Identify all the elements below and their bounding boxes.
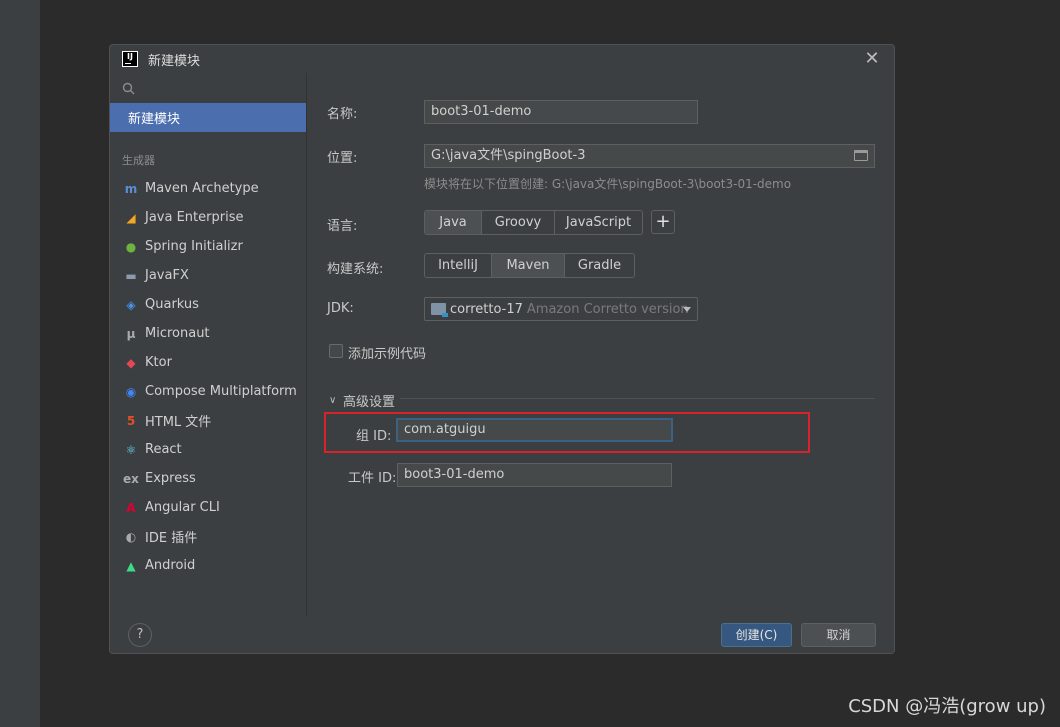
dialog-title: 新建模块 [148, 53, 201, 69]
ide-sidebar-strip [0, 0, 40, 727]
build-system-label: 构建系统: [327, 262, 384, 277]
new-module-dialog: IJ 新建模块 ✕ 新建模块 生成器 m Maven Archetype ◢ Java… [109, 44, 895, 654]
advanced-settings-toggle[interactable]: ∨ 高级设置 [329, 391, 395, 410]
sidebar-item-express[interactable]: ex Express [110, 464, 306, 493]
name-field[interactable]: boot3-01-demo [424, 100, 698, 124]
jdk-label: JDK: [327, 301, 354, 316]
artifact-id-field[interactable]: boot3-01-demo [397, 463, 672, 487]
dialog-titlebar: IJ 新建模块 ✕ [110, 45, 894, 73]
build-intellij[interactable]: IntelliJ [425, 254, 492, 277]
location-field[interactable]: G:\java文件\spingBoot-3 [424, 144, 875, 168]
location-hint: 模块将在以下位置创建: G:\java文件\spingBoot-3\boot3-… [424, 177, 792, 191]
generator-label: Java Enterprise [145, 210, 244, 225]
generator-icon: ex [123, 471, 139, 486]
add-language-button[interactable]: + [651, 210, 675, 234]
generator-icon: ◈ [126, 297, 136, 312]
group-id-field[interactable]: com.atguigu [396, 418, 673, 442]
generator-icon: μ [126, 326, 136, 341]
jdk-detail: Amazon Corretto version [526, 301, 689, 317]
location-value: G:\java文件\spingBoot-3 [431, 148, 586, 163]
generator-label: Micronaut [145, 326, 210, 341]
generator-label: JavaFX [145, 268, 189, 283]
generator-label: Quarkus [145, 297, 199, 312]
generator-icon: m [124, 181, 138, 196]
build-system-selector: IntelliJ Maven Gradle [424, 253, 635, 278]
jdk-dropdown[interactable]: corretto-17 Amazon Corretto version [424, 297, 698, 321]
generator-icon: 5 [126, 413, 136, 428]
generator-label: Angular CLI [145, 500, 220, 515]
generators-section-label: 生成器 [122, 154, 155, 167]
location-label: 位置: [327, 151, 358, 166]
jdk-folder-icon [431, 303, 448, 317]
artifact-id-label: 工件 ID: [348, 471, 397, 486]
generator-sidebar: 新建模块 生成器 m Maven Archetype ◢ Java Enterpris… [110, 73, 307, 616]
generator-icon: ● [125, 239, 137, 254]
sidebar-item-html[interactable]: 5 HTML 文件 [110, 406, 306, 435]
generator-label: Ktor [145, 355, 172, 370]
help-button[interactable]: ? [128, 623, 152, 647]
sample-code-checkbox[interactable] [329, 344, 343, 358]
generator-label: Compose Multiplatform [145, 384, 297, 399]
sidebar-item-javafx[interactable]: ▬ JavaFX [110, 261, 306, 290]
generator-icon: A [126, 500, 136, 515]
advanced-settings-label: 高级设置 [343, 395, 396, 410]
sidebar-item-compose-multiplatform[interactable]: ◉ Compose Multiplatform [110, 377, 306, 406]
generator-icon: ▬ [125, 268, 137, 283]
csdn-watermark: CSDN @冯浩(grow up) [848, 696, 1046, 717]
name-label: 名称: [327, 107, 358, 122]
sidebar-item-react[interactable]: ⚛ React [110, 435, 306, 464]
generator-icon: ◢ [126, 210, 136, 225]
generator-label: IDE 插件 [145, 531, 198, 546]
language-label: 语言: [327, 219, 358, 234]
chevron-down-icon: ∨ [329, 395, 337, 406]
close-icon[interactable]: ✕ [862, 49, 882, 69]
create-button[interactable]: 创建(C) [721, 623, 792, 647]
group-id-label: 组 ID: [356, 429, 392, 444]
module-form: 名称: boot3-01-demo 位置: G:\java文件\spingBoo… [308, 73, 894, 616]
generator-icon: ◆ [126, 355, 136, 370]
sidebar-item-angular-cli[interactable]: A Angular CLI [110, 493, 306, 522]
generator-label: Maven Archetype [145, 181, 259, 196]
sidebar-item-ktor[interactable]: ◆ Ktor [110, 348, 306, 377]
search-icon [122, 82, 135, 94]
sidebar-item-spring-initializr[interactable]: ● Spring Initializr [110, 232, 306, 261]
sidebar-item-micronaut[interactable]: μ Micronaut [110, 319, 306, 348]
language-selector: Java Groovy JavaScript [424, 210, 643, 235]
cancel-button[interactable]: 取消 [801, 623, 876, 647]
browse-folder-icon[interactable] [854, 150, 868, 161]
generator-label: Express [145, 471, 196, 486]
sidebar-item-java-enterprise[interactable]: ◢ Java Enterprise [110, 203, 306, 232]
sidebar-item-ide[interactable]: ◐ IDE 插件 [110, 522, 306, 551]
advanced-divider [400, 398, 875, 399]
generator-label: Android [145, 558, 196, 573]
sidebar-item-android[interactable]: ▲ Android [110, 551, 306, 580]
generator-icon: ◐ [125, 529, 137, 544]
language-javascript[interactable]: JavaScript [555, 211, 642, 234]
sample-code-label: 添加示例代码 [348, 347, 427, 362]
build-gradle[interactable]: Gradle [565, 254, 634, 277]
language-java[interactable]: Java [425, 211, 482, 234]
generator-label: React [145, 442, 182, 457]
generator-list: m Maven Archetype ◢ Java Enterprise ● Spring … [110, 174, 306, 580]
generator-label: Spring Initializr [145, 239, 243, 254]
build-maven[interactable]: Maven [492, 254, 565, 277]
sidebar-item-quarkus[interactable]: ◈ Quarkus [110, 290, 306, 319]
intellij-logo-icon: IJ [122, 51, 138, 67]
generator-icon: ▲ [126, 558, 136, 573]
generator-label: HTML 文件 [145, 415, 212, 430]
sidebar-search[interactable] [110, 73, 306, 103]
sidebar-item-new-module[interactable]: 新建模块 [110, 103, 306, 132]
jdk-value: corretto-17 [450, 301, 523, 317]
generator-icon: ⚛ [125, 442, 137, 457]
sidebar-item-maven-archetype[interactable]: m Maven Archetype [110, 174, 306, 203]
language-groovy[interactable]: Groovy [482, 211, 555, 234]
generator-icon: ◉ [125, 384, 137, 399]
chevron-down-icon [683, 307, 691, 312]
